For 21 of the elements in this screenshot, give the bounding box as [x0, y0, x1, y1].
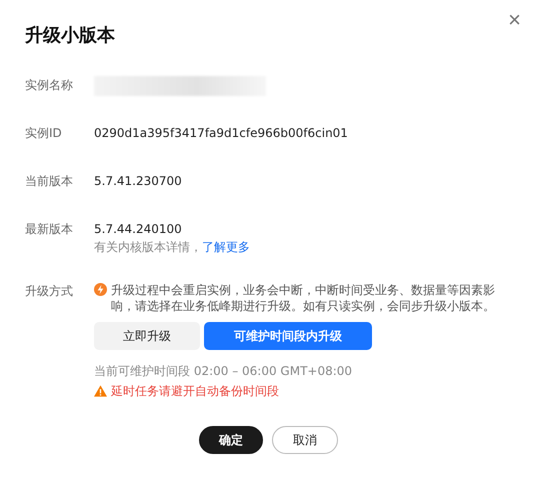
lightning-icon	[94, 283, 107, 296]
learn-more-link[interactable]: 了解更多	[202, 240, 250, 254]
field-label: 实例名称	[25, 77, 74, 94]
warning-text: 延时任务请避开自动备份时间段	[111, 383, 279, 400]
field-value: 5.7.44.240100	[94, 221, 183, 238]
dialog-title: 升级小版本	[25, 24, 116, 48]
warning-icon	[94, 385, 107, 397]
notice-text: 升级过程中会重启实例，业务会中断，中断时间受业务、数据量等因素影响，请选择在业务低峰期进行升级。如有只读实例，会同步升级小版本。	[111, 282, 496, 314]
field-label: 升级方式	[25, 283, 74, 300]
upgrade-option-tab[interactable]: 可维护时间段内升级	[204, 322, 372, 350]
confirm-button[interactable]: 确定	[199, 426, 263, 454]
field-label: 最新版本	[25, 221, 74, 238]
field-value: 0290d1a395f3417fa9d1cfe966b00f6cin01	[94, 125, 349, 142]
close-button[interactable]: ×	[504, 8, 525, 32]
hint-text: 有关内核版本详情，	[94, 240, 202, 254]
maintenance-window-text: 当前可维护时间段 02:00 – 06:00 GMT+08:00	[94, 363, 354, 380]
upgrade-option-tab[interactable]: 立即升级	[94, 322, 200, 350]
cancel-button[interactable]: 取消	[272, 426, 338, 454]
field-value: 5.7.41.230700	[94, 173, 183, 190]
field-label: 实例ID	[25, 125, 63, 142]
field-label: 当前版本	[25, 173, 74, 190]
